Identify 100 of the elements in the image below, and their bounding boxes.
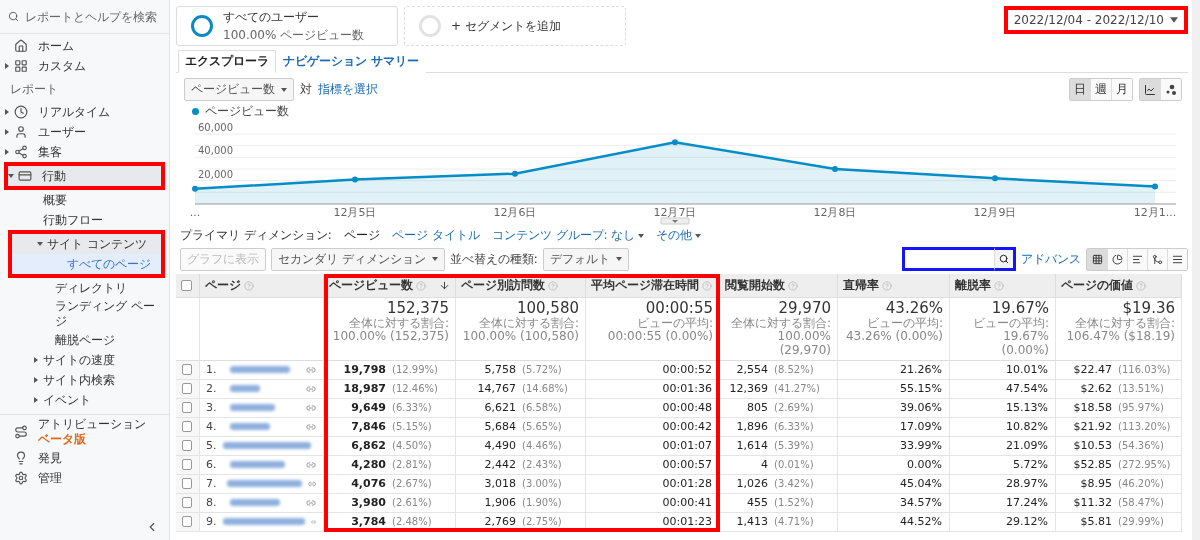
choose-metric-link[interactable]: 指標を選択 xyxy=(318,81,378,98)
sort-arrow-icon xyxy=(439,280,450,291)
view-button[interactable] xyxy=(1127,248,1147,270)
view-button[interactable] xyxy=(1147,248,1167,270)
total-value: 29,970 xyxy=(778,300,831,317)
table-cell: 2,769 xyxy=(484,515,516,529)
segment-card[interactable]: すべてのユーザー 100.00% ページビュー数 xyxy=(176,6,398,46)
nav-item[interactable]: ユーザー xyxy=(0,122,169,142)
nav-item[interactable]: ホーム xyxy=(0,36,169,56)
table-cell: 00:01:28 xyxy=(662,477,712,491)
link-icon[interactable] xyxy=(306,402,316,413)
checkbox[interactable] xyxy=(182,478,192,490)
total-note: ビューの平均: 43.26% (0.00%) xyxy=(844,316,943,345)
share-percent: (4.71%) xyxy=(774,516,815,528)
dimension-option[interactable]: その他 xyxy=(656,227,702,244)
dimension-option[interactable]: ページ xyxy=(343,227,380,244)
dimension-option[interactable]: ページ タイトル xyxy=(391,227,480,244)
checkbox[interactable] xyxy=(182,516,192,528)
advanced-link[interactable]: アドバンス xyxy=(1021,250,1081,268)
help-icon xyxy=(416,280,426,291)
nav-item[interactable]: リアルタイム xyxy=(0,102,169,122)
table-cell: 3,784 xyxy=(351,515,386,529)
nav-item[interactable]: 離脱ページ xyxy=(0,330,169,350)
period-button[interactable]: 週 xyxy=(1090,79,1111,100)
share-percent: (2.75%) xyxy=(522,516,563,528)
link-icon[interactable] xyxy=(306,383,316,394)
nav-item[interactable]: すべてのページ xyxy=(12,254,161,274)
metric-dropdown[interactable]: ページビュー数 xyxy=(184,78,294,101)
nav-item[interactable]: アトリビューション ベータ版 xyxy=(0,416,169,448)
link-icon[interactable] xyxy=(306,421,316,432)
checkbox[interactable] xyxy=(182,364,192,376)
nav-item[interactable]: ディレクトリ xyxy=(0,278,169,298)
nav-item[interactable]: 発見 xyxy=(0,448,169,468)
table-cell: 1,413 xyxy=(736,515,768,529)
table-cell: 6,862 xyxy=(351,439,386,453)
nav-item[interactable]: カスタム xyxy=(0,56,169,76)
column-header[interactable]: 閲覧開始数 xyxy=(720,274,838,298)
nav-item[interactable]: サイトの速度 xyxy=(0,350,169,370)
nav-item[interactable]: 概要 xyxy=(0,190,169,210)
table-cell: 47.54% xyxy=(1006,382,1048,396)
column-header[interactable]: 離脱率 xyxy=(950,274,1056,298)
sort-type-dropdown[interactable]: デフォルト xyxy=(542,247,629,271)
axis-label: 12月9日 xyxy=(973,206,1017,219)
view-button[interactable] xyxy=(1167,248,1187,270)
column-header[interactable]: ページ xyxy=(200,274,324,298)
date-range-picker[interactable]: 2022/12/04 - 2022/12/10 xyxy=(1003,6,1188,34)
checkbox[interactable] xyxy=(182,421,192,433)
checkbox[interactable] xyxy=(182,497,192,509)
nav-icon xyxy=(14,125,28,139)
secondary-dimension-dropdown[interactable]: セカンダリ ディメンション xyxy=(271,247,445,271)
tab[interactable]: エクスプローラ xyxy=(178,50,276,73)
nav-item[interactable]: 行動フロー xyxy=(0,210,169,230)
column-header[interactable]: ページの価値 xyxy=(1056,274,1182,298)
link-icon[interactable] xyxy=(306,364,316,375)
checkbox[interactable] xyxy=(181,280,192,291)
checkbox[interactable] xyxy=(182,383,192,395)
nav-item[interactable]: 行動 xyxy=(8,166,161,186)
nav-item[interactable]: サイト内検索 xyxy=(0,370,169,390)
bar-list-icon xyxy=(1132,253,1143,265)
view-button[interactable] xyxy=(1107,248,1127,270)
link-icon[interactable] xyxy=(306,497,316,508)
segment-name: + セグメントを追加 xyxy=(451,17,561,35)
nav-item[interactable]: 管理 xyxy=(0,468,169,488)
column-header[interactable]: 直帰率 xyxy=(838,274,950,298)
share-percent: (3.42%) xyxy=(774,478,815,490)
axis-label: 20,000 xyxy=(198,168,233,180)
axis-label: 12月7日 xyxy=(653,206,697,219)
total-note: 全体に対する割合: 100.00% (100,580) xyxy=(461,316,579,345)
table-cell: 17.24% xyxy=(1006,496,1048,510)
table-cell: 9,649 xyxy=(351,401,386,415)
checkbox[interactable] xyxy=(182,402,192,414)
search-button[interactable] xyxy=(994,247,1016,271)
segment-card[interactable]: + セグメントを追加 xyxy=(404,6,626,46)
lines-icon xyxy=(1172,253,1183,265)
caret-icon xyxy=(37,241,43,247)
search-field[interactable]: レポートとヘルプを検索 xyxy=(25,9,165,24)
nav-item[interactable]: イベント xyxy=(0,390,169,410)
table-cell: $52.85 xyxy=(1073,458,1112,472)
checkbox[interactable] xyxy=(182,440,192,452)
table-cell: $21.92 xyxy=(1073,420,1112,434)
motion-chart-button[interactable] xyxy=(1160,79,1181,100)
nav-item[interactable]: サイト コンテンツ xyxy=(12,234,161,254)
nav-item[interactable]: ランディング ページ xyxy=(0,298,169,330)
share-percent: (5.15%) xyxy=(392,421,433,433)
period-button[interactable]: 月 xyxy=(1111,79,1132,100)
table-cell: 1,896 xyxy=(736,420,768,434)
line-chart-button[interactable] xyxy=(1140,79,1160,100)
period-button[interactable]: 日 xyxy=(1070,79,1090,100)
table-cell: 39.06% xyxy=(900,401,942,415)
table-cell: $8.95 xyxy=(1080,477,1112,491)
nav-icon xyxy=(14,39,28,53)
nav-item[interactable]: 集客 xyxy=(0,142,169,162)
dimension-option[interactable]: コンテンツ グループ: なし xyxy=(491,227,645,244)
link-icon[interactable] xyxy=(306,459,316,470)
search-field[interactable] xyxy=(902,247,994,271)
share-percent: (6.33%) xyxy=(392,402,433,414)
share-percent: (13.51%) xyxy=(1118,383,1165,395)
row-number: 2. xyxy=(206,382,218,396)
view-button[interactable] xyxy=(1087,248,1107,270)
checkbox[interactable] xyxy=(182,459,192,471)
